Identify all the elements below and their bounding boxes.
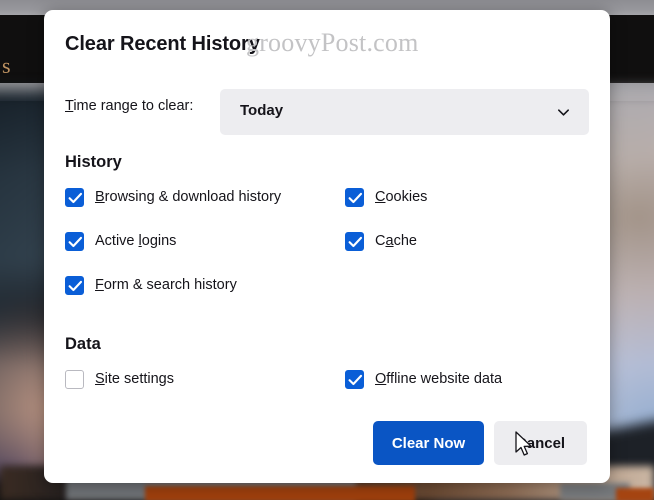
- cancel-button[interactable]: Cancel: [494, 421, 587, 465]
- time-range-label: Time range to clear:: [65, 98, 193, 114]
- checkbox-row-site-settings[interactable]: Site settings: [65, 368, 174, 390]
- background-bar-orange-secondary: [616, 488, 654, 500]
- checkbox-row-browsing-download-history[interactable]: Browsing & download history: [65, 186, 281, 208]
- label-rest: ffline website data: [386, 371, 503, 387]
- label-prefix: C: [375, 233, 386, 249]
- checkbox-checked-icon[interactable]: [65, 187, 84, 207]
- dialog-title: Clear Recent History: [65, 33, 260, 55]
- navbar-text: s: [2, 53, 11, 78]
- label-accesskey: S: [95, 371, 105, 387]
- time-range-dropdown[interactable]: Today: [220, 89, 589, 135]
- label-accesskey: B: [95, 189, 105, 205]
- label-accesskey: C: [375, 189, 386, 205]
- checkbox-row-cache[interactable]: Cache: [345, 230, 417, 252]
- label-accesskey: a: [385, 233, 394, 249]
- label-accesskey: F: [95, 277, 104, 293]
- label-rest: rowsing & download history: [104, 189, 282, 205]
- label-prefix: Active: [95, 233, 139, 249]
- checkbox-row-offline-website-data[interactable]: Offline website data: [345, 368, 502, 390]
- time-range-row: Time range to clear: Today: [65, 89, 589, 135]
- checkbox-label-browsing-download-history: Browsing & download history: [95, 189, 281, 205]
- history-section-heading: History: [65, 153, 122, 171]
- checkbox-checked-icon[interactable]: [345, 369, 364, 389]
- checkbox-label-offline-website-data: Offline website data: [375, 371, 502, 387]
- checkbox-row-cookies[interactable]: Cookies: [345, 186, 427, 208]
- checkbox-label-form-search-history: Form & search history: [95, 277, 237, 293]
- time-range-label-rest: ime range to clear:: [73, 98, 194, 114]
- watermark-text: groovyPost.com: [246, 28, 419, 57]
- time-range-selected-value: Today: [240, 102, 284, 119]
- label-rest: orm & search history: [103, 277, 237, 293]
- label-accesskey: O: [375, 371, 387, 387]
- checkbox-label-cookies: Cookies: [375, 189, 427, 205]
- clear-recent-history-dialog: Clear Recent History groovyPost.com Time…: [44, 10, 610, 483]
- checkbox-label-cache: Cache: [375, 233, 417, 249]
- label-rest: che: [393, 233, 417, 249]
- checkbox-checked-icon[interactable]: [65, 275, 84, 295]
- checkbox-label-site-settings: Site settings: [95, 371, 174, 387]
- checkbox-checked-icon[interactable]: [345, 231, 364, 251]
- label-rest: ite settings: [104, 371, 174, 387]
- background-bar-orange: [145, 486, 415, 500]
- checkbox-checked-icon[interactable]: [65, 231, 84, 251]
- checkbox-row-form-search-history[interactable]: Form & search history: [65, 274, 237, 296]
- chevron-down-icon: [556, 105, 571, 120]
- label-rest: ogins: [141, 233, 177, 249]
- data-section-heading: Data: [65, 335, 101, 353]
- clear-now-button[interactable]: Clear Now: [373, 421, 484, 465]
- checkbox-checked-icon[interactable]: [345, 187, 364, 207]
- checkbox-unchecked-icon[interactable]: [65, 369, 84, 389]
- checkbox-row-active-logins[interactable]: Active logins: [65, 230, 176, 252]
- checkbox-label-active-logins: Active logins: [95, 233, 176, 249]
- label-rest: ookies: [385, 189, 428, 205]
